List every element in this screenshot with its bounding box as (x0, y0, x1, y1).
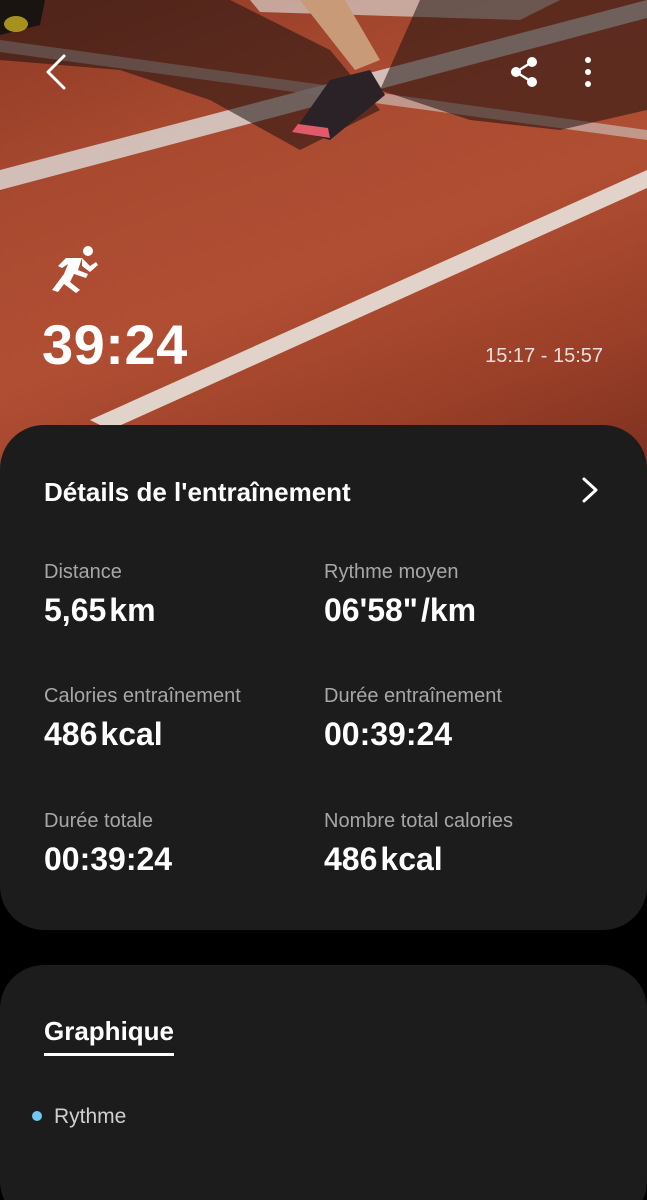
legend-dot-rythme (32, 1111, 42, 1121)
workout-duration: 39:24 (42, 313, 188, 376)
share-icon (511, 57, 537, 87)
more-vertical-icon (585, 57, 591, 87)
more-options-button[interactable] (566, 48, 610, 96)
stat-value-workout-calories: 486kcal (44, 716, 163, 752)
stat-label-workout-duration: Durée entraînement (324, 685, 502, 707)
stat-value-total-duration: 00:39:24 (44, 841, 173, 877)
hero-banner: 39:24 15:17 - 15:57 (0, 0, 647, 470)
chevron-right-icon[interactable] (572, 473, 606, 507)
legend-label-rythme: Rythme (54, 1105, 127, 1128)
stat-label-total-calories: Nombre total calories (324, 810, 513, 832)
details-title[interactable]: Détails de l'entraînement (44, 477, 351, 508)
back-arrow-icon (46, 54, 66, 90)
stat-label-total-duration: Durée totale (44, 810, 153, 832)
stat-label-workout-calories: Calories entraînement (44, 685, 241, 707)
back-button[interactable] (32, 48, 80, 96)
tab-graphique[interactable]: Graphique (44, 1016, 175, 1056)
workout-time-range: 15:17 - 15:57 (485, 345, 603, 367)
stat-value-workout-duration: 00:39:24 (324, 716, 453, 752)
stat-value-average-pace: 06'58"/km (324, 592, 477, 628)
graph-card (0, 965, 647, 1200)
stat-label-distance: Distance (44, 561, 122, 583)
share-button[interactable] (500, 48, 548, 96)
stat-value-total-calories: 486kcal (324, 841, 443, 877)
running-icon (52, 246, 98, 293)
stat-label-average-pace: Rythme moyen (324, 561, 459, 583)
track-photo (0, 0, 647, 430)
stat-value-distance: 5,65km (44, 592, 156, 628)
